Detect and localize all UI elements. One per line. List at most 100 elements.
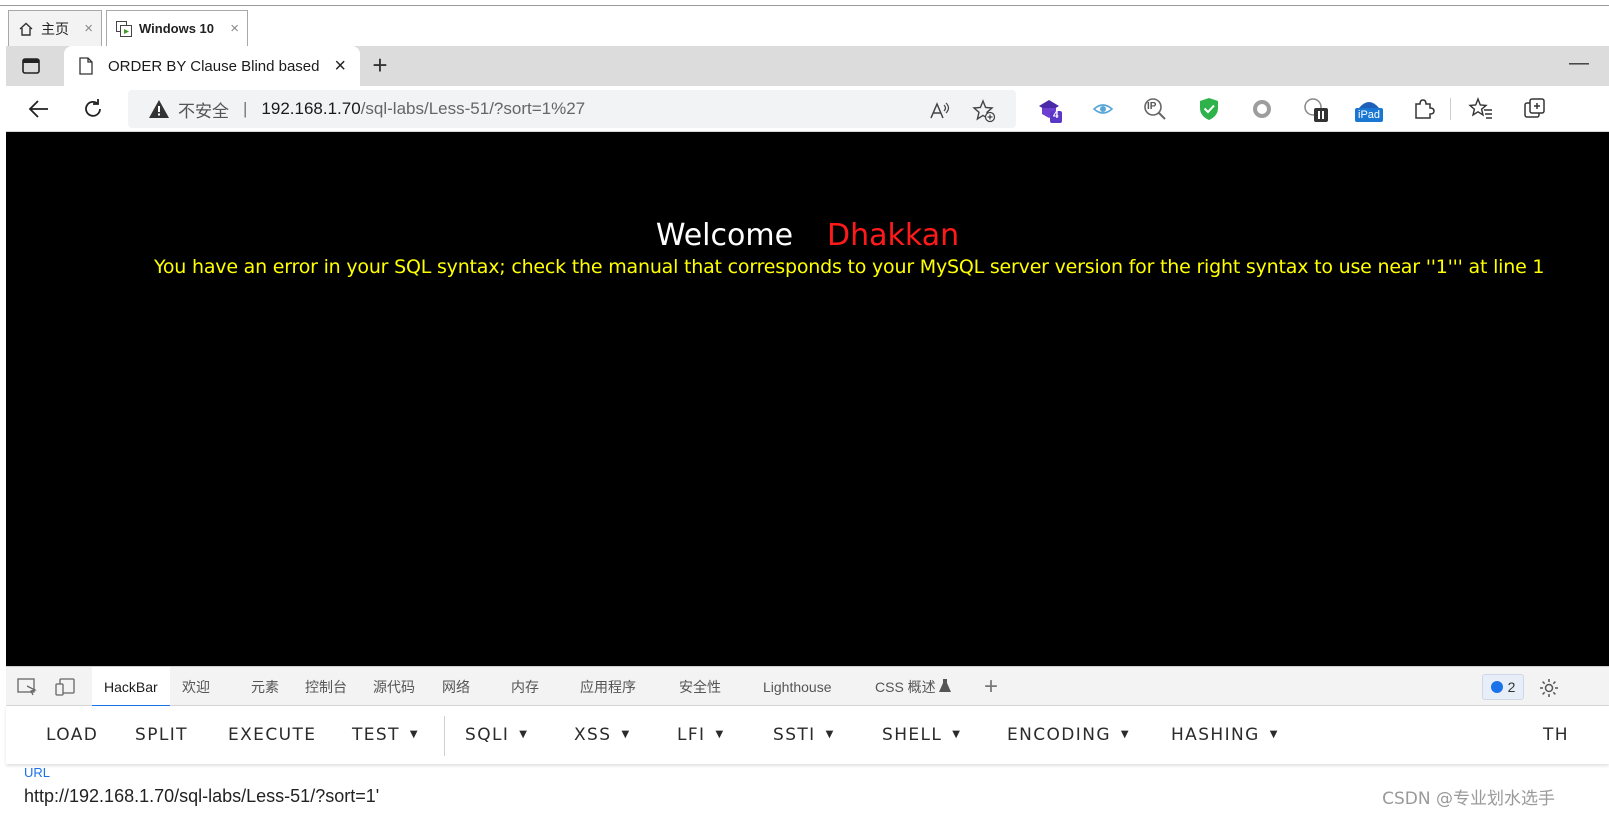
shell-dropdown[interactable]: SHELL ▼ <box>882 706 961 764</box>
ssti-dropdown[interactable]: SSTI ▼ <box>773 706 835 764</box>
back-arrow-icon[interactable] <box>26 96 52 122</box>
button-label: LOAD <box>46 725 99 745</box>
close-icon[interactable]: × <box>84 20 93 37</box>
lfi-dropdown[interactable]: LFI ▼ <box>677 706 725 764</box>
tab-memory[interactable]: 内存 <box>511 667 539 707</box>
ext-shield-icon[interactable] <box>1196 96 1222 122</box>
ext-eye-icon[interactable] <box>1090 96 1116 122</box>
load-button[interactable]: LOAD <box>46 706 98 764</box>
button-label: SHELL <box>882 725 943 745</box>
vm-tab-label: Windows 10 <box>139 21 215 36</box>
tab-application[interactable]: 应用程序 <box>580 667 636 707</box>
page-icon <box>78 57 94 75</box>
tab-hackbar[interactable]: HackBar <box>92 667 170 707</box>
tab-actions-icon[interactable] <box>20 55 42 77</box>
issues-icon <box>1490 681 1503 693</box>
favorite-add-icon[interactable] <box>972 99 996 123</box>
browser-tab-title: ORDER BY Clause Blind based <box>108 57 320 75</box>
button-label: XSS <box>574 725 612 745</box>
th-button-partial[interactable]: TH <box>1543 706 1569 764</box>
tab-welcome[interactable]: 欢迎 <box>182 667 210 707</box>
ext-purple-icon[interactable]: 4 <box>1036 96 1062 123</box>
ext-ip-icon[interactable]: IP <box>1142 96 1168 122</box>
tab-console[interactable]: 控制台 <box>305 667 347 707</box>
tab-security[interactable]: 安全性 <box>679 667 721 707</box>
flask-icon <box>938 678 952 698</box>
close-icon[interactable]: × <box>230 20 239 37</box>
welcome-heading: Welcome Dhakkan <box>6 218 1609 253</box>
toolbar-divider <box>444 716 445 756</box>
split-button[interactable]: SPLIT <box>135 706 188 764</box>
devtools-tab-bar: HackBar 欢迎 元素 控制台 源代码 网络 内存 应用程序 安全性 Lig… <box>6 666 1609 707</box>
favorites-icon[interactable] <box>1468 96 1494 122</box>
caret-down-icon: ▼ <box>1269 729 1279 740</box>
ext-badge: 4 <box>1053 110 1059 121</box>
encoding-dropdown[interactable]: ENCODING ▼ <box>1007 706 1130 764</box>
extensions-puzzle-icon[interactable] <box>1410 96 1436 122</box>
execute-button[interactable]: EXECUTE <box>228 706 316 764</box>
button-label: TH <box>1543 725 1569 745</box>
caret-down-icon: ▼ <box>409 729 419 740</box>
hashing-dropdown[interactable]: HASHING ▼ <box>1171 706 1279 764</box>
inspect-element-icon[interactable] <box>16 677 38 697</box>
ext-ip-text: IP <box>1147 101 1157 112</box>
vm-tab-label: 主页 <box>41 20 69 37</box>
page-content: Welcome Dhakkan You have an error in your… <box>6 132 1609 666</box>
button-label: SSTI <box>773 725 816 745</box>
url-input[interactable] <box>24 782 1324 810</box>
tab-lighthouse[interactable]: Lighthouse <box>763 667 832 707</box>
button-label: TEST <box>352 725 400 745</box>
caret-down-icon: ▼ <box>621 729 631 740</box>
home-icon <box>17 20 35 38</box>
ext-ipad-icon[interactable]: iPad <box>1353 96 1385 122</box>
watermark: CSDN @专业划水选手 <box>1382 789 1555 809</box>
add-panel-button[interactable]: + <box>984 667 998 707</box>
hackbar-toolbar: LOAD SPLIT EXECUTE TEST ▼ SQLI ▼ XSS ▼ LFI ▼… <box>6 706 1609 764</box>
tab-elements[interactable]: 元素 <box>251 667 279 707</box>
tab-css-overview[interactable]: CSS 概述 <box>875 667 936 707</box>
test-dropdown[interactable]: TEST ▼ <box>352 706 419 764</box>
url-separator: | <box>243 99 248 118</box>
caret-down-icon: ▼ <box>1120 729 1130 740</box>
caret-down-icon: ▼ <box>715 729 725 740</box>
user-name: Dhakkan <box>827 218 960 253</box>
browser-tab-bar: ORDER BY Clause Blind based × + — <box>6 46 1609 86</box>
ext-circle-icon[interactable] <box>1249 96 1275 122</box>
tab-network[interactable]: 网络 <box>442 667 470 707</box>
vm-tab-home[interactable]: 主页 × <box>8 10 102 46</box>
button-label: LFI <box>677 725 706 745</box>
warning-icon[interactable] <box>148 99 170 119</box>
insecure-label: 不安全 <box>178 101 229 121</box>
url-field-label: URL <box>24 765 51 780</box>
vm-window-icon <box>115 20 133 38</box>
refresh-icon[interactable] <box>80 96 106 122</box>
ext-pause-icon[interactable] <box>1302 96 1328 122</box>
toolbar-divider <box>1450 98 1451 120</box>
gear-icon[interactable] <box>1538 677 1560 697</box>
caret-down-icon: ▼ <box>519 729 529 740</box>
browser-tab-active[interactable]: ORDER BY Clause Blind based × <box>64 46 360 86</box>
xss-dropdown[interactable]: XSS ▼ <box>574 706 631 764</box>
collections-icon[interactable] <box>1522 96 1548 122</box>
address-bar[interactable]: 不安全 | 192.168.1.70/sql-labs/Less-51/?sor… <box>128 90 1016 128</box>
new-tab-button[interactable]: + <box>366 52 394 80</box>
welcome-text: Welcome <box>655 218 794 253</box>
button-label: EXECUTE <box>228 725 317 745</box>
close-tab-icon[interactable]: × <box>334 55 346 78</box>
caret-down-icon: ▼ <box>952 729 962 740</box>
issues-button[interactable]: 2 <box>1482 674 1524 700</box>
url-path: /sql-labs/Less-51/?sort=1%27 <box>360 99 586 118</box>
url-host: 192.168.1.70 <box>261 99 361 118</box>
address-bar-row: 不安全 | 192.168.1.70/sql-labs/Less-51/?sor… <box>6 86 1609 132</box>
vm-tab-windows10[interactable]: Windows 10 × <box>106 10 248 46</box>
vm-top-border <box>0 5 1609 6</box>
ext-ipad-text: iPad <box>1358 109 1381 121</box>
vm-tab-strip: 主页 × Windows 10 × <box>0 0 1609 46</box>
button-label: SQLI <box>465 725 510 745</box>
device-emulation-icon[interactable] <box>54 677 76 697</box>
button-label: SPLIT <box>135 725 188 745</box>
read-aloud-icon[interactable] <box>928 99 952 123</box>
sqli-dropdown[interactable]: SQLI ▼ <box>465 706 528 764</box>
tab-sources[interactable]: 源代码 <box>373 667 415 707</box>
minimize-button[interactable]: — <box>1569 52 1589 75</box>
